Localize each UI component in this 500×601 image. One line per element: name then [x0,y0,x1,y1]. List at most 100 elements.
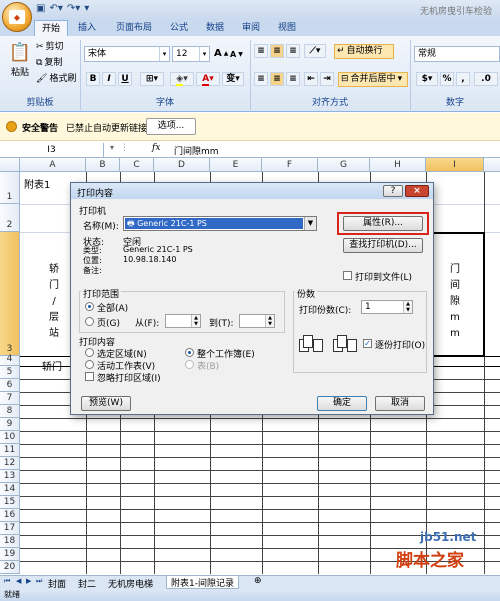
redo-icon[interactable]: ↷▾ [67,3,80,17]
spinner-icon[interactable]: ▲ ▼ [403,301,412,313]
row-header[interactable]: 17 [0,522,20,535]
spinner-icon[interactable]: ▲ ▼ [265,315,274,327]
column-header[interactable]: B [86,158,120,172]
print-to-file-checkbox[interactable] [343,271,352,280]
column-header[interactable]: E [210,158,262,172]
row-header[interactable]: 13 [0,470,20,483]
row-header[interactable]: 19 [0,548,20,561]
row-header[interactable]: 14 [0,483,20,496]
font-size-combo[interactable]: 12 ▾ [172,46,210,62]
column-header[interactable]: C [120,158,154,172]
row-header[interactable]: 15 [0,496,20,509]
row-header[interactable]: 1 [0,172,20,204]
row-header[interactable]: 12 [0,457,20,470]
orientation-button[interactable]: ⟋▾ [304,44,326,58]
row-header[interactable]: 2 [0,204,20,232]
chevron-down-icon[interactable]: ▼ [304,217,316,230]
column-header[interactable]: D [154,158,210,172]
align-bottom-button[interactable]: ≡ [286,44,300,58]
row-header[interactable]: 11 [0,444,20,457]
customize-icon[interactable]: ▾ [84,3,89,17]
border-button[interactable]: ⊞▾ [140,72,164,86]
row-header[interactable]: 10 [0,431,20,444]
column-header[interactable]: G [318,158,370,172]
align-right-button[interactable]: ≡ [286,72,300,86]
format-painter-button[interactable]: 🖌 格式刷 [36,72,76,87]
prev-sheet-icon[interactable]: ◀ [16,577,21,585]
name-box[interactable]: I3 [0,143,104,157]
align-middle-button[interactable]: ≡ [270,44,284,58]
bold-button[interactable]: B [86,72,100,86]
row-header[interactable]: 16 [0,509,20,522]
select-all-corner[interactable] [0,158,20,172]
cut-button[interactable]: ✂ 剪切 [36,40,64,55]
tab-formulas[interactable]: 公式 [164,20,194,36]
row-header[interactable]: 7 [0,392,20,405]
sheet-tab-active[interactable]: 附表1-间隙记录 [166,576,239,589]
row-header[interactable]: 4 [0,354,20,366]
tab-review[interactable]: 审阅 [236,20,266,36]
tab-view[interactable]: 视图 [272,20,302,36]
entire-workbook-radio[interactable] [185,348,194,357]
insert-sheet-icon[interactable]: ⊕ [254,576,262,586]
range-all-radio[interactable] [85,302,94,311]
preview-button[interactable]: 预览(W) [81,396,131,411]
font-name-combo[interactable]: 宋体 ▾ [84,46,170,62]
fx-button[interactable]: fx [152,143,160,153]
column-header[interactable]: A [20,158,86,172]
row-header-selected[interactable]: 3 [0,232,20,356]
align-left-button[interactable]: ≡ [254,72,268,86]
row-header[interactable]: 5 [0,366,20,379]
percent-button[interactable]: % [440,72,454,86]
find-printer-button[interactable]: 查找打印机(D)... [343,238,423,253]
underline-button[interactable]: U [118,72,132,86]
tab-home[interactable]: 开始 [34,20,68,36]
copies-count-input[interactable]: 1 ▲ ▼ [361,300,413,314]
currency-button[interactable]: $▾ [416,72,438,86]
last-sheet-icon[interactable]: ⏭ [36,577,42,586]
formula-input[interactable]: 门间隙mm [174,144,219,157]
row-header[interactable]: 20 [0,561,20,574]
font-color-button[interactable]: A▾ [196,72,220,86]
italic-button[interactable]: I [102,72,116,86]
align-center-button[interactable]: ≡ [270,72,284,86]
decrease-indent-button[interactable]: ⇤ [304,72,318,86]
paste-button[interactable]: 📋 粘贴 [6,42,34,82]
help-button[interactable]: ? [383,185,403,197]
column-header[interactable] [484,158,500,172]
ignore-print-area-checkbox[interactable] [85,372,94,381]
options-button[interactable]: 选项... [146,118,196,135]
save-icon[interactable]: ▣ [36,3,45,17]
tab-data[interactable]: 数据 [200,20,230,36]
properties-button[interactable]: 属性(R)... [343,216,423,231]
row-header[interactable]: 18 [0,535,20,548]
spinner-icon[interactable]: ▲ ▼ [191,315,200,327]
shrink-font-button[interactable]: A ▼ [230,47,243,62]
number-format-combo[interactable]: 常规 [414,46,500,62]
increase-decimal-button[interactable]: .0 [474,72,498,86]
range-pages-radio[interactable] [85,317,94,326]
collate-checkbox[interactable]: ✓ [363,339,372,348]
range-from-input[interactable]: ▲ ▼ [165,314,201,328]
name-box-dropdown-icon[interactable]: ▾ [110,143,114,152]
merge-center-button[interactable]: ⊟ 合并后居中 ▾ [338,72,408,87]
phonetic-button[interactable]: 变▾ [222,72,244,86]
align-top-button[interactable]: ≡ [254,44,268,58]
row-header[interactable]: 6 [0,379,20,392]
undo-icon[interactable]: ↶▾ [49,3,62,17]
grow-font-button[interactable]: A ▲ [214,46,228,61]
tab-page-layout[interactable]: 页面布局 [110,20,158,36]
next-sheet-icon[interactable]: ▶ [26,577,31,585]
wrap-text-button[interactable]: ↵ 自动换行 [334,44,394,59]
ok-button[interactable]: 确定 [317,396,367,411]
row-header[interactable]: 8 [0,405,20,418]
increase-indent-button[interactable]: ⇥ [320,72,334,86]
printer-name-select[interactable]: 🖶 Generic 21C-1 PS ▼ [123,216,317,231]
selection-radio[interactable] [85,348,94,357]
column-header[interactable]: H [370,158,426,172]
first-sheet-icon[interactable]: ⏮ [4,577,10,586]
close-button[interactable]: × [405,185,429,197]
column-header[interactable]: F [262,158,318,172]
office-button[interactable]: ◆ [2,2,32,32]
cancel-button[interactable]: 取消 [375,396,425,411]
